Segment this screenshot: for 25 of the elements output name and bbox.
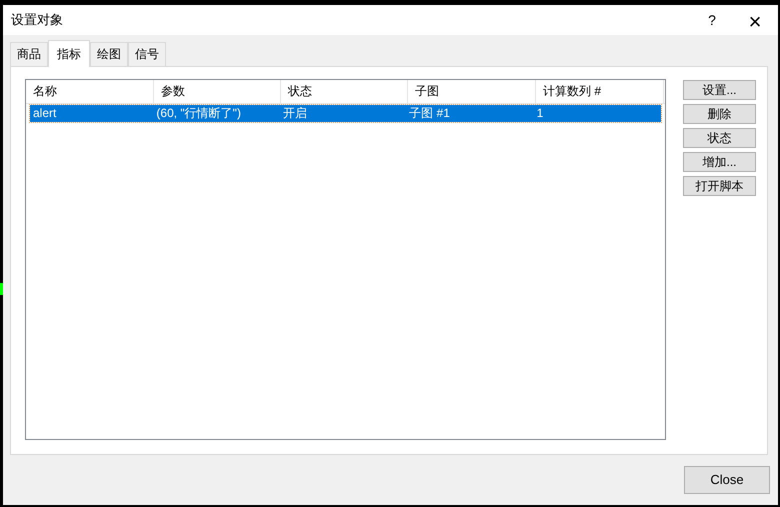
table-cell-text: 子图 #1 <box>408 105 451 122</box>
table-row[interactable]: alert (60, "行情断了") 开启 子图 #1 1 <box>30 104 661 122</box>
column-header[interactable]: 子图 <box>408 80 536 103</box>
tab[interactable]: 信号 <box>128 42 166 66</box>
table-cell-text: 1 <box>536 105 544 122</box>
tab[interactable]: 商品 <box>10 42 48 66</box>
column-header[interactable]: 名称 <box>26 80 154 103</box>
table-cell-text: 开启 <box>282 105 308 122</box>
tab[interactable]: 绘图 <box>90 42 128 66</box>
table-cell-text: alert <box>32 105 58 122</box>
column-header[interactable]: 计算数列 # <box>536 80 664 103</box>
table-cell-text: (60, "行情断了") <box>155 105 242 122</box>
help-button[interactable]: ? <box>692 5 732 35</box>
side-button[interactable]: 删除 <box>683 104 756 124</box>
side-button[interactable]: 状态 <box>683 128 756 148</box>
close-button[interactable]: × <box>732 5 778 35</box>
side-button[interactable]: 增加... <box>683 152 756 172</box>
window-title: 设置对象 <box>11 11 63 30</box>
column-header[interactable]: 状态 <box>281 80 408 103</box>
close-button[interactable]: Close <box>684 466 770 494</box>
tab[interactable]: 指标 <box>48 40 90 67</box>
chart-marker <box>0 283 3 295</box>
side-button[interactable]: 设置... <box>683 80 756 100</box>
column-header[interactable]: 参数 <box>154 80 281 103</box>
side-button[interactable]: 打开脚本 <box>683 176 756 196</box>
